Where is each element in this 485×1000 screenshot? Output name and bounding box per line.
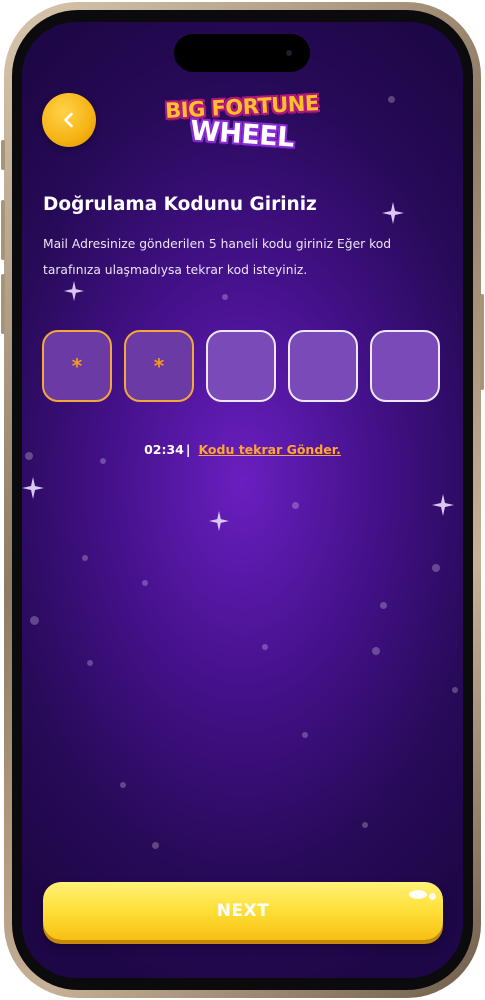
action-button bbox=[1, 140, 5, 170]
sparkle-dot bbox=[302, 732, 308, 738]
resend-row: 02:34 | Kodu tekrar Gönder. bbox=[22, 442, 463, 457]
sparkle-dot bbox=[262, 644, 268, 650]
sparkle-dot bbox=[362, 822, 368, 828]
camera-icon bbox=[286, 50, 292, 56]
code-digit-2[interactable]: * bbox=[124, 330, 194, 402]
sparkle-dot bbox=[100, 458, 106, 464]
sparkle-icon bbox=[64, 281, 84, 301]
button-shine bbox=[429, 893, 436, 900]
description-line-2: tarafınıza ulaşmadıysa tekrar kod isteyi… bbox=[43, 263, 308, 277]
dynamic-island bbox=[174, 34, 310, 72]
page-title: Doğrulama Kodunu Giriniz bbox=[43, 194, 317, 215]
sparkle-dot bbox=[82, 555, 88, 561]
resend-code-link[interactable]: Kodu tekrar Gönder. bbox=[198, 442, 340, 457]
power-button bbox=[480, 294, 484, 390]
sparkle-dot bbox=[452, 687, 458, 693]
sparkle-dot bbox=[222, 294, 228, 300]
app-screen: BIG FORTUNE WHEEL Doğrulama Kodunu Girin… bbox=[22, 22, 463, 978]
description-text: Mail Adresinize gönderilen 5 haneli kodu… bbox=[43, 231, 443, 283]
sparkle-dot bbox=[142, 580, 148, 586]
sparkle-dot bbox=[432, 564, 440, 572]
sparkle-icon bbox=[432, 494, 454, 516]
sparkle-dot bbox=[372, 647, 380, 655]
sparkle-dot bbox=[87, 660, 93, 666]
next-button-label: NEXT bbox=[216, 901, 270, 921]
chevron-left-icon bbox=[64, 112, 73, 128]
code-digit-5[interactable] bbox=[370, 330, 440, 402]
back-button[interactable] bbox=[42, 93, 96, 147]
button-shine bbox=[409, 890, 427, 899]
sparkle-dot bbox=[152, 842, 159, 849]
countdown-timer: 02:34 bbox=[144, 442, 184, 457]
sparkle-icon bbox=[22, 477, 44, 499]
app-logo: BIG FORTUNE WHEEL bbox=[142, 91, 342, 156]
sparkle-dot bbox=[292, 502, 299, 509]
verification-code-input: * * bbox=[42, 330, 442, 402]
code-digit-1[interactable]: * bbox=[42, 330, 112, 402]
next-button[interactable]: NEXT bbox=[43, 882, 443, 940]
code-digit-3[interactable] bbox=[206, 330, 276, 402]
sparkle-dot bbox=[120, 782, 126, 788]
logo-line-2: WHEEL bbox=[189, 115, 295, 154]
separator: | bbox=[185, 442, 191, 457]
description-line-1: Mail Adresinize gönderilen 5 haneli kodu… bbox=[43, 237, 392, 251]
sparkle-icon bbox=[209, 511, 229, 531]
volume-down-button bbox=[1, 274, 5, 334]
sparkle-dot bbox=[30, 616, 39, 625]
sparkle-dot bbox=[388, 96, 395, 103]
code-digit-4[interactable] bbox=[288, 330, 358, 402]
sparkle-dot bbox=[380, 602, 387, 609]
volume-up-button bbox=[1, 200, 5, 260]
